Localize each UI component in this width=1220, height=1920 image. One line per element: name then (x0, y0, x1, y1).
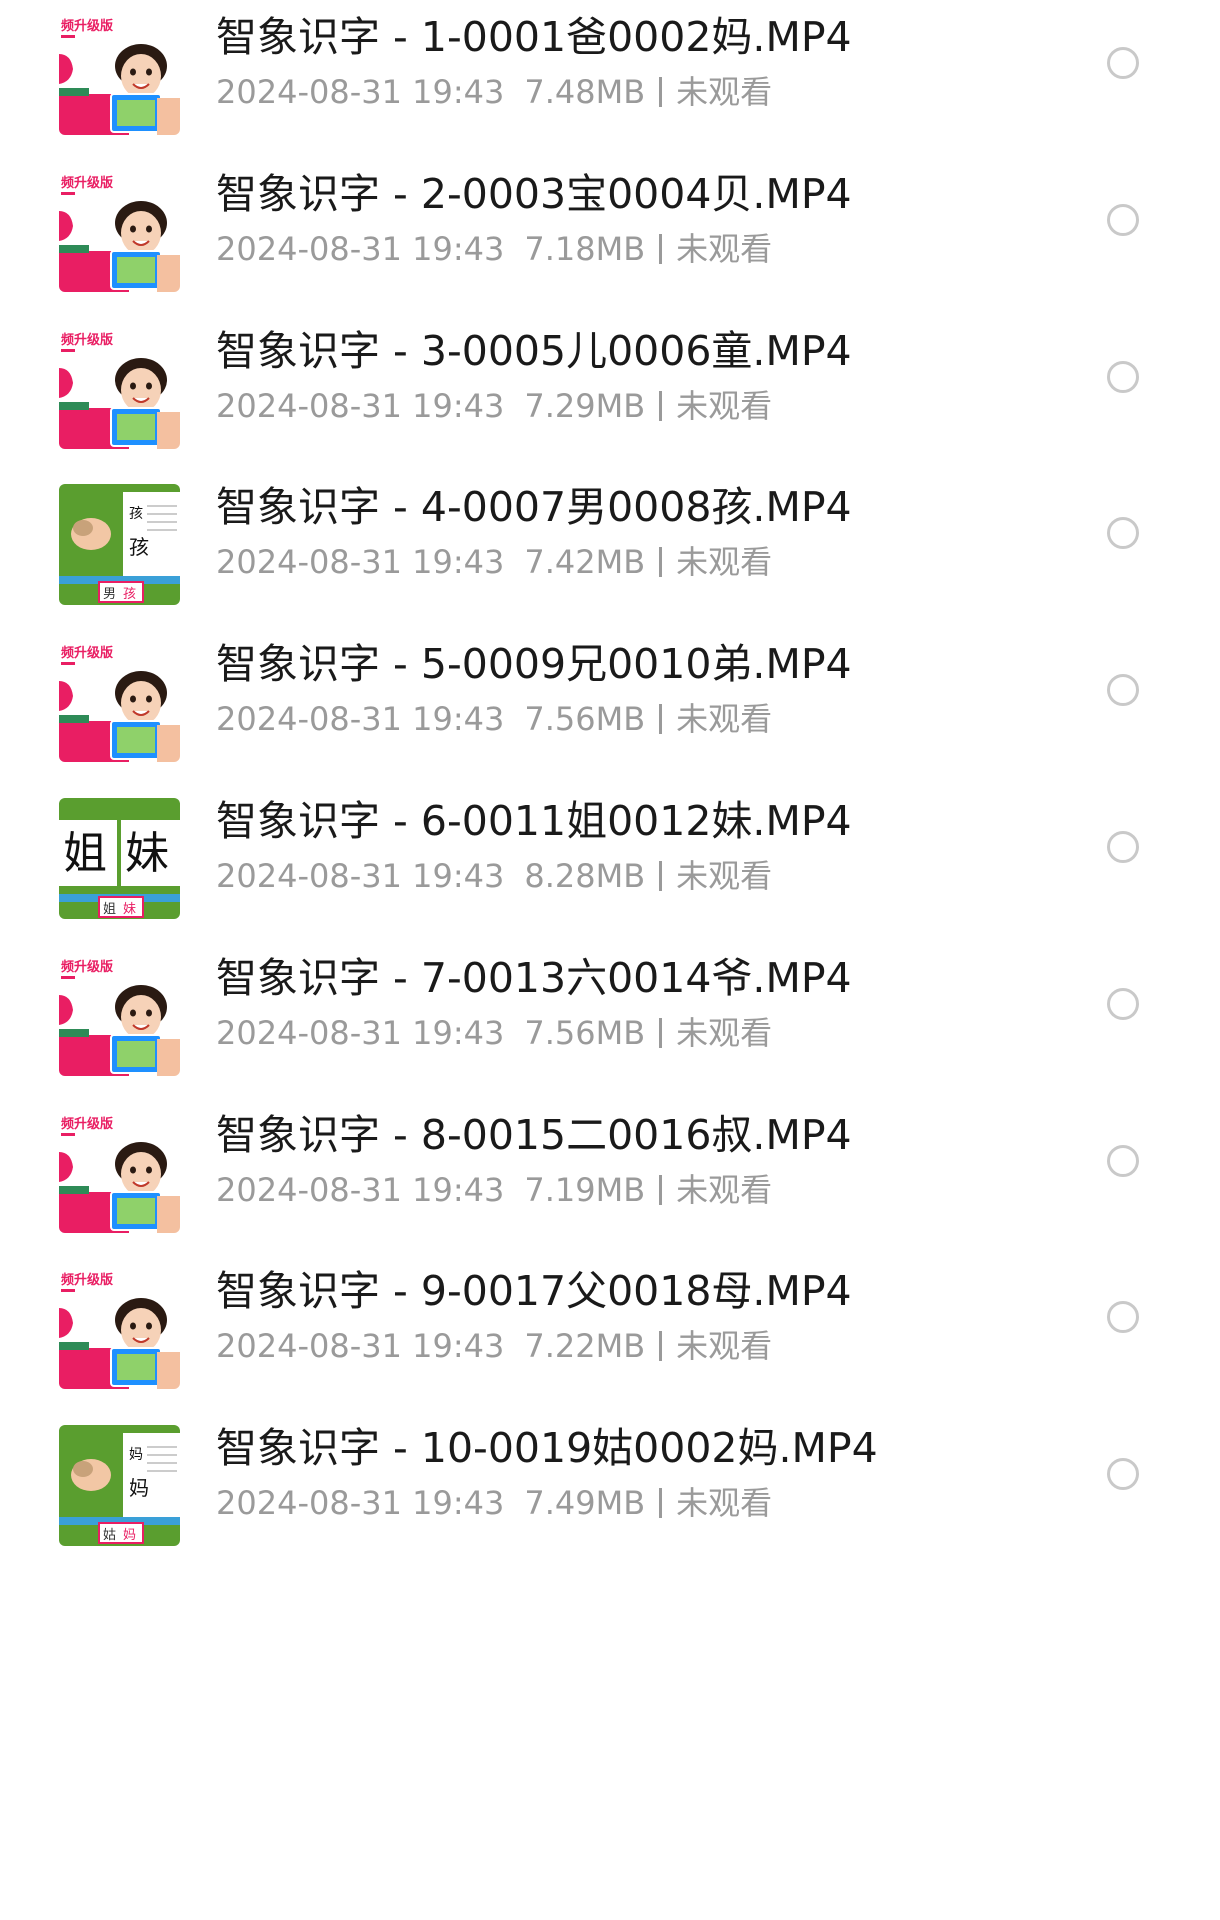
meta-separator (659, 233, 663, 264)
file-title: 智象识字 - 8-0015二0016叔.MP4 (216, 1110, 852, 1159)
thumb-label: 频升级版 (61, 332, 113, 348)
file-meta: 2024-08-31 19:43 7.48MB 未观看 (216, 69, 772, 115)
file-date: 2024-08-31 19:43 (216, 543, 505, 582)
svg-text:孩: 孩 (129, 506, 143, 522)
select-radio[interactable] (1107, 1144, 1139, 1177)
meta-separator (659, 390, 663, 421)
file-size: 8.28MB (524, 857, 646, 895)
watch-status: 未观看 (676, 386, 773, 425)
meta-separator (659, 77, 663, 107)
file-title: 智象识字 - 7-0013六0014爷.MP4 (216, 953, 852, 1002)
meta-separator (659, 1017, 663, 1048)
thumb-label: 频升级版 (61, 959, 113, 975)
file-meta: 2024-08-31 19:43 7.29MB 未观看 (216, 383, 772, 429)
watch-status: 未观看 (676, 1327, 773, 1366)
file-size: 7.22MB (524, 1327, 646, 1366)
watch-status: 未观看 (676, 543, 773, 582)
file-title: 智象识字 - 4-0007男0008孩.MP4 (216, 483, 852, 532)
file-date: 2024-08-31 19:43 (216, 1013, 505, 1052)
video-thumbnail[interactable]: 妈 妈 姑 妈 (59, 1425, 180, 1547)
file-meta: 2024-08-31 19:43 7.42MB 未观看 (216, 539, 772, 585)
file-size: 7.19MB (524, 1170, 646, 1209)
select-radio[interactable] (1107, 1458, 1139, 1491)
select-radio[interactable] (1107, 1301, 1139, 1334)
watch-status: 未观看 (676, 1013, 773, 1052)
select-radio[interactable] (1107, 47, 1139, 79)
select-radio[interactable] (1107, 203, 1139, 236)
svg-text:孩: 孩 (129, 535, 149, 559)
file-size: 7.49MB (524, 1484, 646, 1523)
svg-text:妈: 妈 (129, 1476, 149, 1500)
watch-status: 未观看 (676, 700, 773, 739)
file-meta: 2024-08-31 19:43 8.28MB 未观看 (216, 853, 772, 899)
watch-status: 未观看 (676, 857, 773, 895)
meta-separator (659, 547, 663, 578)
meta-separator (659, 1174, 663, 1205)
file-date: 2024-08-31 19:43 (216, 229, 505, 268)
svg-text:妈: 妈 (129, 1447, 143, 1463)
select-radio[interactable] (1107, 987, 1139, 1020)
file-title: 智象识字 - 10-0019姑0002妈.MP4 (216, 1424, 878, 1473)
file-size: 7.18MB (524, 229, 646, 268)
file-title: 智象识字 - 6-0011姐0012妹.MP4 (216, 797, 852, 845)
meta-separator (659, 704, 663, 735)
watch-status: 未观看 (676, 73, 773, 111)
file-title: 智象识字 - 3-0005儿0006童.MP4 (216, 326, 852, 375)
file-size: 7.48MB (524, 73, 646, 111)
file-date: 2024-08-31 19:43 (216, 1327, 505, 1366)
file-meta: 2024-08-31 19:43 7.19MB 未观看 (216, 1167, 772, 1213)
file-meta: 2024-08-31 19:43 7.56MB 未观看 (216, 1010, 772, 1056)
watch-status: 未观看 (676, 229, 773, 268)
file-title: 智象识字 - 9-0017父0018母.MP4 (216, 1267, 852, 1316)
svg-text:姑: 姑 (103, 1528, 116, 1543)
file-meta: 2024-08-31 19:43 7.56MB 未观看 (216, 696, 772, 742)
thumb-label: 频升级版 (61, 18, 113, 34)
meta-separator (659, 1488, 663, 1519)
select-radio[interactable] (1107, 360, 1139, 393)
select-radio[interactable] (1107, 674, 1139, 707)
meta-separator (659, 861, 663, 891)
file-date: 2024-08-31 19:43 (216, 857, 505, 895)
lesson-thumbnail-image: 妈 妈 姑 妈 (59, 1425, 180, 1547)
file-title: 智象识字 - 1-0001爸0002妈.MP4 (216, 13, 852, 61)
file-date: 2024-08-31 19:43 (216, 73, 505, 111)
thumb-label: 频升级版 (61, 1272, 113, 1288)
file-size: 7.56MB (524, 700, 646, 739)
file-date: 2024-08-31 19:43 (216, 1484, 505, 1523)
file-date: 2024-08-31 19:43 (216, 700, 505, 739)
select-radio[interactable] (1107, 831, 1139, 863)
file-date: 2024-08-31 19:43 (216, 386, 505, 425)
thumb-label: 频升级版 (61, 645, 113, 661)
file-title: 智象识字 - 5-0009兄0010弟.MP4 (216, 640, 852, 689)
svg-text:姐: 姐 (63, 828, 107, 879)
file-size: 7.56MB (524, 1013, 646, 1052)
file-date: 2024-08-31 19:43 (216, 1170, 505, 1209)
file-list: 频升级版 智象识字 - 1-0001爸0002妈.MP4 2024-08-31 … (0, 0, 1220, 1920)
file-meta: 2024-08-31 19:43 7.18MB 未观看 (216, 226, 772, 272)
file-row[interactable]: 妈 妈 姑 妈 智象识字 - 10-0019姑0002妈.MP4 2024-08… (0, 1370, 1220, 1562)
file-meta: 2024-08-31 19:43 7.49MB 未观看 (216, 1480, 772, 1526)
svg-text:妹: 妹 (125, 828, 169, 879)
file-meta: 2024-08-31 19:43 7.22MB 未观看 (216, 1323, 772, 1369)
select-radio[interactable] (1107, 517, 1139, 550)
file-size: 7.42MB (524, 543, 646, 582)
thumb-label: 频升级版 (61, 175, 113, 191)
watch-status: 未观看 (676, 1170, 773, 1209)
file-title: 智象识字 - 2-0003宝0004贝.MP4 (216, 169, 852, 218)
svg-text:妈: 妈 (123, 1528, 136, 1543)
file-size: 7.29MB (524, 386, 646, 425)
meta-separator (659, 1331, 663, 1362)
thumb-label: 频升级版 (61, 1116, 113, 1132)
watch-status: 未观看 (676, 1484, 773, 1523)
